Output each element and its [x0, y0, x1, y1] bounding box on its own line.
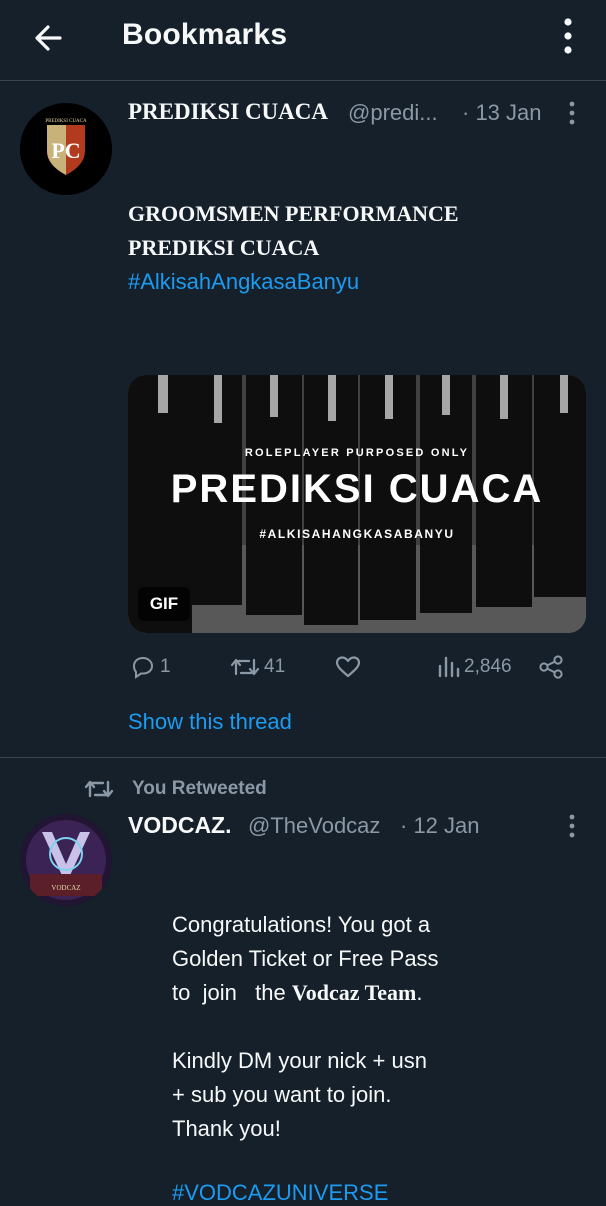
- tweet-text-line: Kindly DM your nick + usn: [172, 1048, 427, 1073]
- retweet-button[interactable]: 41: [230, 647, 285, 687]
- show-thread-link[interactable]: Show this thread: [128, 709, 292, 735]
- avatar-caption: VODCAZ: [51, 884, 80, 892]
- tweet-card[interactable]: You Retweeted VODCAZ VODCAZ. @TheVodcaz …: [0, 758, 606, 1205]
- hashtag-link[interactable]: #VODCAZUNIVERSE: [172, 1180, 388, 1206]
- avatar[interactable]: VODCAZ: [20, 814, 112, 906]
- like-button[interactable]: [334, 647, 366, 687]
- tweet-text-line: to join the Vodcaz Team.: [172, 980, 422, 1006]
- more-options-icon[interactable]: [552, 14, 584, 58]
- hashtag-link[interactable]: #AlkisahAngkasaBanyu: [128, 269, 359, 295]
- retweet-context: You Retweeted: [84, 774, 267, 804]
- tweet-actions: 1 41 2,846: [0, 647, 606, 687]
- retweet-count: 41: [264, 656, 286, 677]
- tweet-text-line: Golden Ticket or Free Pass: [172, 946, 439, 971]
- views-icon: [438, 656, 460, 678]
- tweet-text-line: PREDIKSI CUACA: [128, 235, 320, 260]
- share-icon: [539, 655, 563, 679]
- styled-text-segment: Vodcaz Team: [291, 980, 417, 1005]
- retweet-label: You Retweeted: [132, 778, 267, 799]
- media-caption-title: PREDIKSI CUACA: [170, 467, 544, 511]
- reply-icon: [132, 656, 154, 679]
- avatar-caption: PREDIKSI CUACA: [45, 119, 87, 124]
- author-name[interactable]: VODCAZ.: [128, 812, 232, 839]
- top-app-bar: Bookmarks: [0, 0, 606, 81]
- gif-media[interactable]: ROLEPLAYER PURPOSED ONLY PREDIKSI CUACA …: [128, 375, 586, 633]
- author-handle[interactable]: @predi...: [348, 100, 438, 126]
- reply-button[interactable]: 1: [130, 647, 171, 687]
- tweet-text-line: + sub you want to join.: [172, 1082, 392, 1107]
- heart-icon: [335, 656, 361, 678]
- tweet-more-icon[interactable]: [564, 811, 580, 841]
- tweet-date[interactable]: · 13 Jan: [462, 100, 542, 126]
- tweet-date[interactable]: · 12 Jan: [400, 813, 480, 839]
- back-arrow-icon[interactable]: [28, 18, 68, 58]
- tweet-more-icon[interactable]: [564, 98, 580, 128]
- author-name[interactable]: PREDIKSI CUACA: [128, 99, 328, 125]
- avatar-monogram: PC: [51, 138, 80, 163]
- tweet-text-line: GROOMSMEN PERFORMANCE: [128, 201, 459, 226]
- avatar[interactable]: PREDIKSI CUACA PC: [20, 103, 112, 195]
- media-caption-small: ROLEPLAYER PURPOSED ONLY: [244, 447, 470, 459]
- views-count: 2,846: [464, 656, 512, 677]
- media-caption-hashtag: #ALKISAHANGKASABANYU: [259, 527, 455, 541]
- views-button[interactable]: 2,846: [436, 647, 512, 687]
- tweet-text-segment: .: [416, 980, 423, 1005]
- tweet-text-segment: to join the: [172, 980, 292, 1005]
- share-button[interactable]: [538, 647, 564, 687]
- author-handle[interactable]: @TheVodcaz: [248, 813, 380, 839]
- tweet-card[interactable]: PREDIKSI CUACA PC PREDIKSI CUACA @predi.…: [0, 81, 606, 758]
- retweet-icon: [84, 780, 114, 798]
- gif-badge: GIF: [138, 587, 190, 621]
- page-title: Bookmarks: [122, 18, 288, 51]
- retweet-icon: [230, 658, 260, 676]
- reply-count: 1: [160, 656, 171, 677]
- tweet-text-line: Thank you!: [172, 1116, 281, 1141]
- tweet-text-line: Congratulations! You got a: [172, 912, 431, 937]
